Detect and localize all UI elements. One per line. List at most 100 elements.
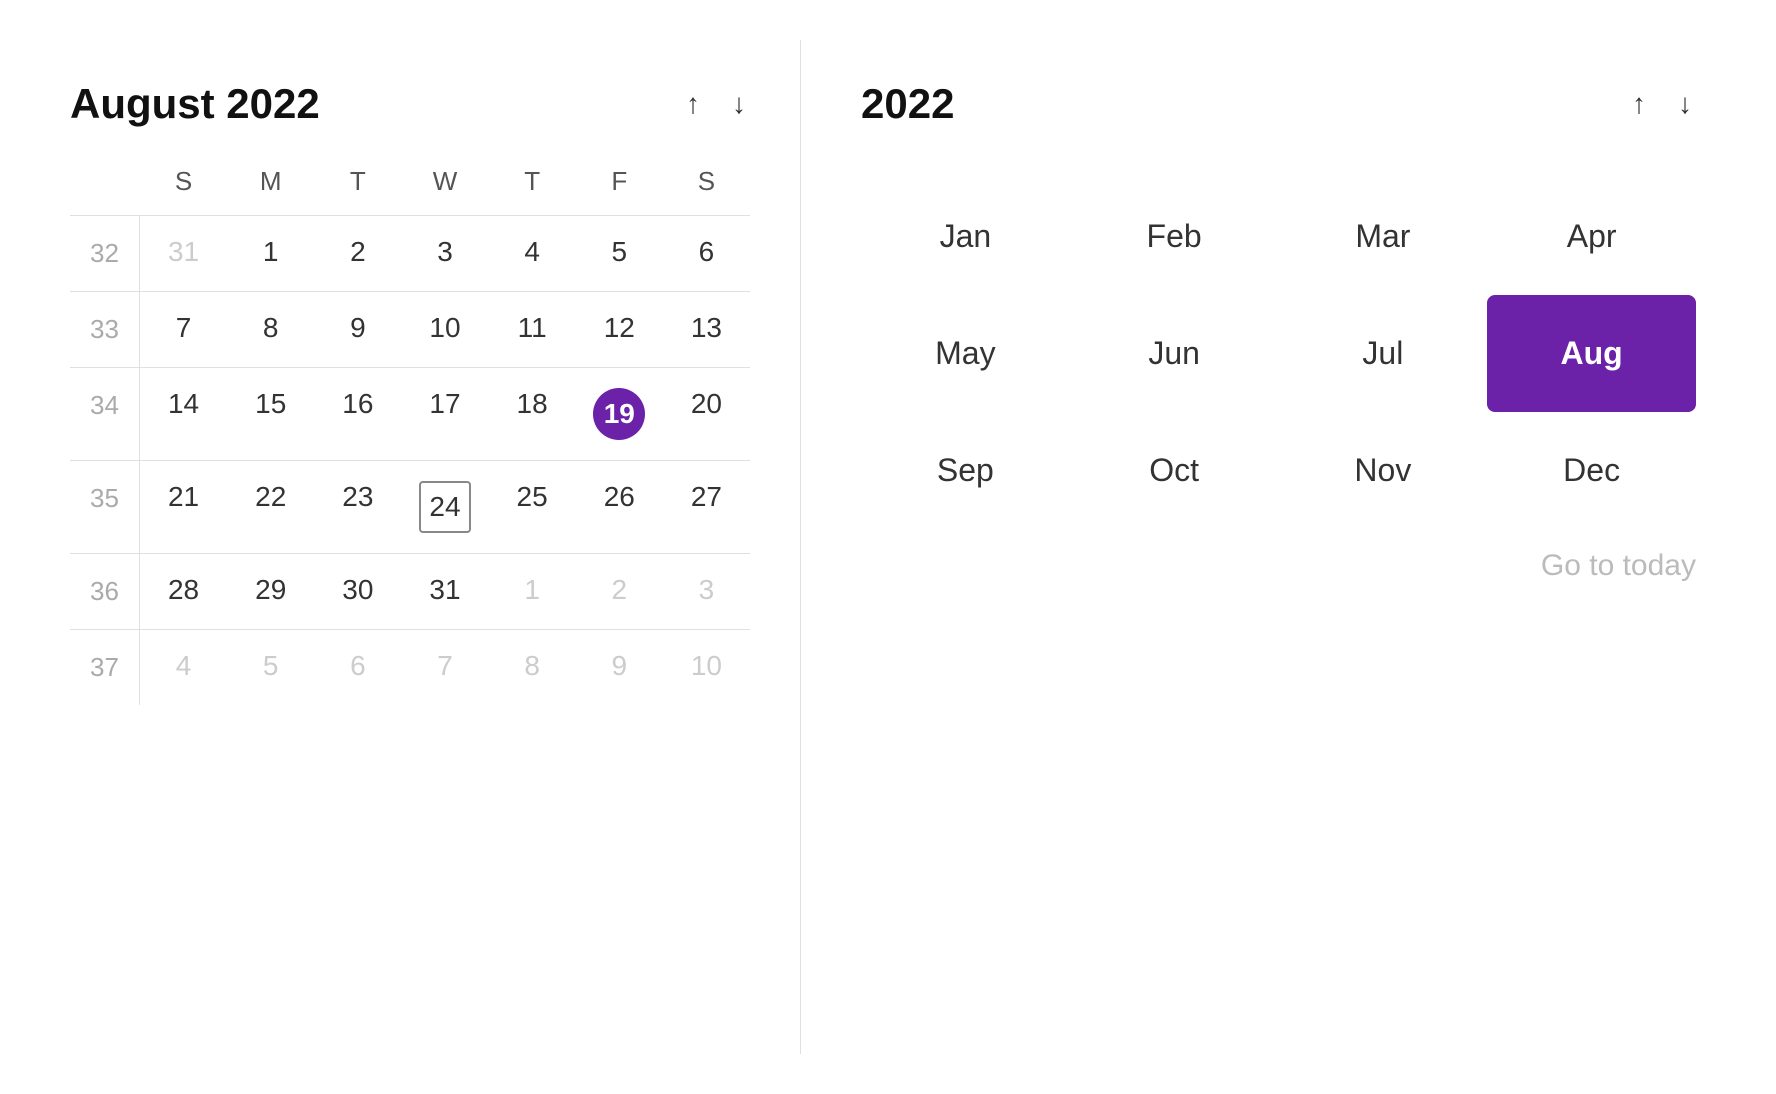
- month-up-arrow[interactable]: ↑: [682, 86, 704, 122]
- month-cell-aug[interactable]: Aug: [1487, 295, 1696, 412]
- day-number: 20: [691, 388, 722, 420]
- day-cell[interactable]: 15: [227, 368, 314, 460]
- day-number: 7: [176, 312, 192, 344]
- month-cell-may[interactable]: May: [861, 295, 1070, 412]
- day-number: 27: [691, 481, 722, 513]
- day-number: 1: [524, 574, 540, 606]
- day-header-label: T: [489, 158, 576, 211]
- day-cell[interactable]: 2: [576, 554, 663, 629]
- day-cell[interactable]: 18: [489, 368, 576, 460]
- day-cell[interactable]: 31: [140, 216, 227, 291]
- day-number: 6: [350, 650, 366, 682]
- month-cell-feb[interactable]: Feb: [1070, 178, 1279, 295]
- day-number: 4: [524, 236, 540, 268]
- day-number: 12: [604, 312, 635, 344]
- month-nav-arrows: ↑ ↓: [682, 86, 750, 122]
- week-num-header-empty: [70, 158, 140, 211]
- day-number: 10: [691, 650, 722, 682]
- day-cell[interactable]: 7: [401, 630, 488, 705]
- day-cell[interactable]: 6: [314, 630, 401, 705]
- goto-today-button[interactable]: Go to today: [861, 549, 1696, 583]
- year-down-arrow[interactable]: ↓: [1674, 86, 1696, 122]
- day-cell[interactable]: 7: [140, 292, 227, 367]
- day-cell[interactable]: 14: [140, 368, 227, 460]
- calendar-row: 3414151617181920: [70, 367, 750, 460]
- day-number: 5: [263, 650, 279, 682]
- day-cell[interactable]: 29: [227, 554, 314, 629]
- day-cell[interactable]: 27: [663, 461, 750, 553]
- day-number: 8: [263, 312, 279, 344]
- day-number: 3: [437, 236, 453, 268]
- calendar-row: 3521222324252627: [70, 460, 750, 553]
- day-cell[interactable]: 10: [401, 292, 488, 367]
- day-cell[interactable]: 6: [663, 216, 750, 291]
- day-cell[interactable]: 25: [489, 461, 576, 553]
- day-number: 4: [176, 650, 192, 682]
- day-number: 30: [342, 574, 373, 606]
- day-cell[interactable]: 23: [314, 461, 401, 553]
- day-cell[interactable]: 1: [489, 554, 576, 629]
- day-number: 7: [437, 650, 453, 682]
- day-cell[interactable]: 12: [576, 292, 663, 367]
- day-cell[interactable]: 16: [314, 368, 401, 460]
- month-cell-jul[interactable]: Jul: [1279, 295, 1488, 412]
- year-up-arrow[interactable]: ↑: [1628, 86, 1650, 122]
- day-number: 22: [255, 481, 286, 513]
- day-number: 17: [429, 388, 460, 420]
- day-header-label: S: [140, 158, 227, 211]
- month-cell-nov[interactable]: Nov: [1279, 412, 1488, 529]
- day-cell[interactable]: 26: [576, 461, 663, 553]
- day-cell[interactable]: 3: [401, 216, 488, 291]
- day-cell[interactable]: 24: [401, 461, 488, 553]
- day-number: 2: [350, 236, 366, 268]
- month-cell-jan[interactable]: Jan: [861, 178, 1070, 295]
- day-cell[interactable]: 21: [140, 461, 227, 553]
- day-cell[interactable]: 3: [663, 554, 750, 629]
- day-cell[interactable]: 8: [489, 630, 576, 705]
- day-cell[interactable]: 30: [314, 554, 401, 629]
- day-number: 29: [255, 574, 286, 606]
- day-number: 18: [517, 388, 548, 420]
- day-header-label: S: [663, 158, 750, 211]
- day-number: 21: [168, 481, 199, 513]
- month-calendar-panel: August 2022 ↑ ↓ SMTWTFS 3231123456337891…: [20, 40, 800, 745]
- month-cell-sep[interactable]: Sep: [861, 412, 1070, 529]
- day-cell[interactable]: 17: [401, 368, 488, 460]
- day-cell[interactable]: 4: [140, 630, 227, 705]
- day-cell[interactable]: 20: [663, 368, 750, 460]
- day-cell[interactable]: 8: [227, 292, 314, 367]
- week-number: 37: [70, 630, 140, 705]
- day-cell[interactable]: 28: [140, 554, 227, 629]
- day-cell[interactable]: 2: [314, 216, 401, 291]
- day-cell[interactable]: 5: [576, 216, 663, 291]
- day-cell[interactable]: 9: [314, 292, 401, 367]
- day-cell[interactable]: 4: [489, 216, 576, 291]
- day-header-label: T: [314, 158, 401, 211]
- month-down-arrow[interactable]: ↓: [728, 86, 750, 122]
- month-cell-dec[interactable]: Dec: [1487, 412, 1696, 529]
- month-cell-jun[interactable]: Jun: [1070, 295, 1279, 412]
- day-cell[interactable]: 31: [401, 554, 488, 629]
- year-title: 2022: [861, 80, 954, 128]
- day-number: 31: [168, 236, 199, 268]
- day-cell[interactable]: 1: [227, 216, 314, 291]
- day-cell[interactable]: 22: [227, 461, 314, 553]
- day-cell[interactable]: 5: [227, 630, 314, 705]
- day-number: 14: [168, 388, 199, 420]
- month-cell-apr[interactable]: Apr: [1487, 178, 1696, 295]
- day-number: 16: [342, 388, 373, 420]
- day-cell[interactable]: 13: [663, 292, 750, 367]
- month-cell-mar[interactable]: Mar: [1279, 178, 1488, 295]
- calendar-body: 3231123456337891011121334141516171819203…: [70, 215, 750, 705]
- day-cell[interactable]: 10: [663, 630, 750, 705]
- week-number: 36: [70, 554, 140, 629]
- day-header-label: M: [227, 158, 314, 211]
- year-month-panel: 2022 ↑ ↓ JanFebMarApr MayJunJulAug SepOctN…: [801, 40, 1756, 623]
- month-cell-oct[interactable]: Oct: [1070, 412, 1279, 529]
- day-cell[interactable]: 11: [489, 292, 576, 367]
- day-cell[interactable]: 19: [576, 368, 663, 460]
- months-grid: JanFebMarApr MayJunJulAug SepOctNovDec: [861, 178, 1696, 529]
- calendar-container: August 2022 ↑ ↓ SMTWTFS 3231123456337891…: [20, 40, 1756, 1054]
- day-number: 1: [263, 236, 279, 268]
- day-cell[interactable]: 9: [576, 630, 663, 705]
